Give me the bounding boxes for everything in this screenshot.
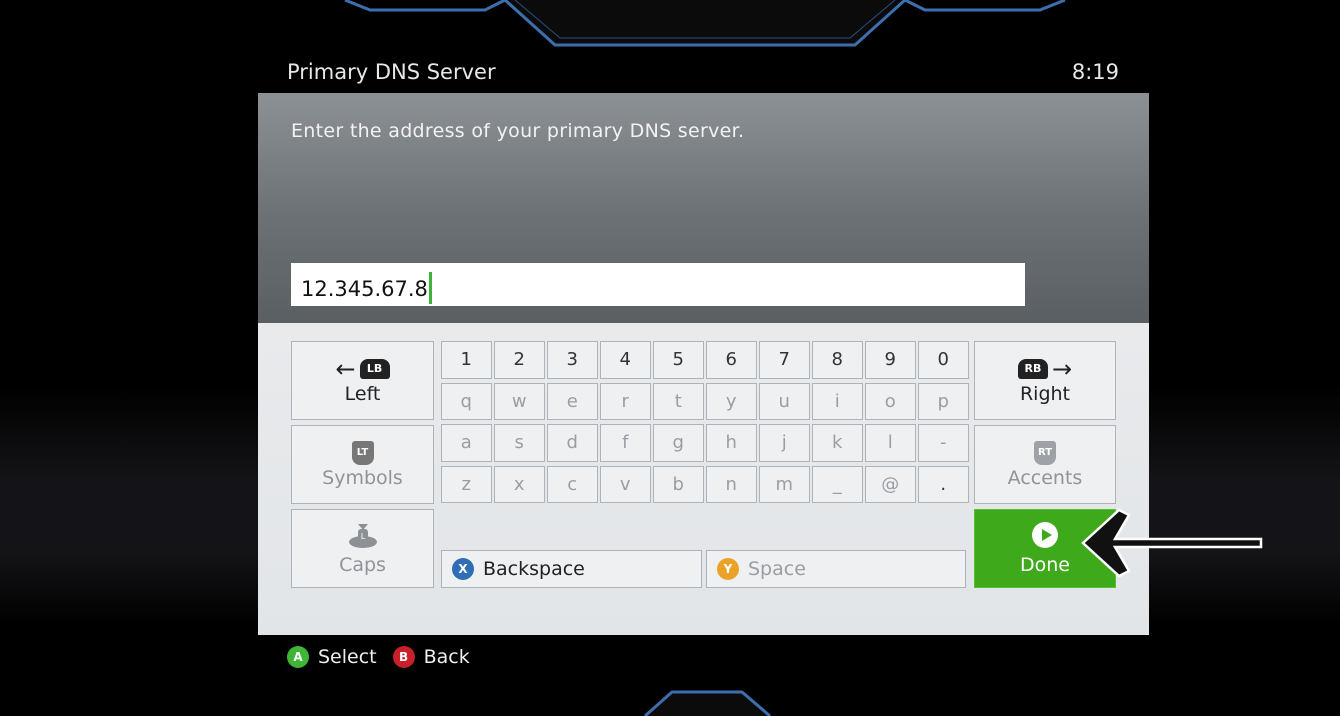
key-dash[interactable]: - [918, 424, 969, 462]
key-3[interactable]: 3 [547, 341, 598, 379]
left-key[interactable]: ← LB Left [291, 341, 434, 420]
key-n[interactable]: n [706, 465, 757, 503]
key-y[interactable]: y [706, 382, 757, 420]
key-b[interactable]: b [653, 465, 704, 503]
prompt-text: Enter the address of your primary DNS se… [291, 120, 745, 142]
key-c[interactable]: c [547, 465, 598, 503]
caps-key[interactable]: L Caps [291, 509, 434, 588]
key-a[interactable]: a [441, 424, 492, 462]
key-2[interactable]: 2 [494, 341, 545, 379]
backspace-key[interactable]: X Backspace [441, 550, 702, 588]
right-key-label: Right [1019, 382, 1071, 405]
key-q[interactable]: q [441, 382, 492, 420]
title-bar: Primary DNS Server 8:19 [287, 58, 1119, 88]
space-label: Space [748, 558, 806, 580]
key-f[interactable]: f [600, 424, 651, 462]
lb-bumper-icon: LB [359, 358, 390, 379]
key-8[interactable]: 8 [812, 341, 863, 379]
left-stick-icon: L [348, 523, 377, 548]
key-z[interactable]: z [441, 465, 492, 503]
key-v[interactable]: v [600, 465, 651, 503]
x-button-icon: X [452, 558, 474, 580]
key-7[interactable]: 7 [759, 341, 810, 379]
key-r[interactable]: r [600, 382, 651, 420]
page-title: Primary DNS Server [287, 60, 496, 84]
key-j[interactable]: j [759, 424, 810, 462]
symbols-key[interactable]: LT Symbols [291, 425, 434, 504]
key-m[interactable]: m [759, 465, 810, 503]
key-s[interactable]: s [494, 424, 545, 462]
key-e[interactable]: e [547, 382, 598, 420]
clock: 8:19 [1071, 60, 1119, 84]
key-h[interactable]: h [706, 424, 757, 462]
key-d[interactable]: d [547, 424, 598, 462]
rt-trigger-icon: RT [1034, 440, 1056, 465]
right-key[interactable]: RB → Right [974, 341, 1116, 420]
text-caret [428, 272, 432, 304]
dialog-header: Enter the address of your primary DNS se… [258, 93, 1149, 323]
back-hint: Back [423, 646, 470, 668]
key-4[interactable]: 4 [600, 341, 651, 379]
key-underscore[interactable]: _ [812, 465, 863, 503]
key-9[interactable]: 9 [865, 341, 916, 379]
rb-bumper-icon: RB [1017, 358, 1048, 379]
top-frame-decoration [344, 0, 1066, 47]
key-u[interactable]: u [759, 382, 810, 420]
start-button-icon [1032, 521, 1058, 548]
caps-key-label: Caps [339, 553, 386, 576]
key-t[interactable]: t [653, 382, 704, 420]
key-1[interactable]: 1 [441, 341, 492, 379]
key-5[interactable]: 5 [653, 341, 704, 379]
space-key[interactable]: Y Space [706, 550, 966, 588]
y-button-icon: Y [717, 558, 739, 580]
accents-key[interactable]: RT Accents [974, 425, 1116, 504]
key-at[interactable]: @ [865, 465, 916, 503]
key-i[interactable]: i [812, 382, 863, 420]
pointer-arrow-icon [1081, 508, 1263, 578]
b-button-icon: B [392, 646, 415, 668]
bottom-frame-decoration [644, 690, 771, 716]
caps-badge: L [360, 532, 365, 541]
a-button-icon: A [287, 646, 309, 668]
key-0[interactable]: 0 [918, 341, 969, 379]
left-key-label: Left [344, 382, 381, 405]
dns-input-field[interactable]: 12.345.67.8 [291, 263, 1025, 306]
key-w[interactable]: w [494, 382, 545, 420]
symbols-key-label: Symbols [322, 466, 403, 489]
key-o[interactable]: o [865, 382, 916, 420]
key-k[interactable]: k [812, 424, 863, 462]
done-label: Done [1020, 553, 1070, 576]
input-text: 12.345.67.8 [301, 277, 428, 301]
key-l[interactable]: l [865, 424, 916, 462]
left-arrow-icon: ← [335, 354, 356, 383]
input-value: 12.345.67.8 [301, 272, 432, 304]
select-hint: Select [318, 646, 377, 668]
accents-key-label: Accents [1007, 466, 1083, 489]
key-6[interactable]: 6 [706, 341, 757, 379]
backspace-label: Backspace [483, 558, 585, 580]
key-period[interactable]: . [918, 465, 969, 503]
right-arrow-icon: → [1051, 354, 1073, 383]
key-g[interactable]: g [653, 424, 704, 462]
key-p[interactable]: p [918, 382, 969, 420]
controller-hints: A Select B Back [287, 643, 470, 671]
key-x[interactable]: x [494, 465, 545, 503]
lt-trigger-icon: LT [351, 440, 374, 465]
